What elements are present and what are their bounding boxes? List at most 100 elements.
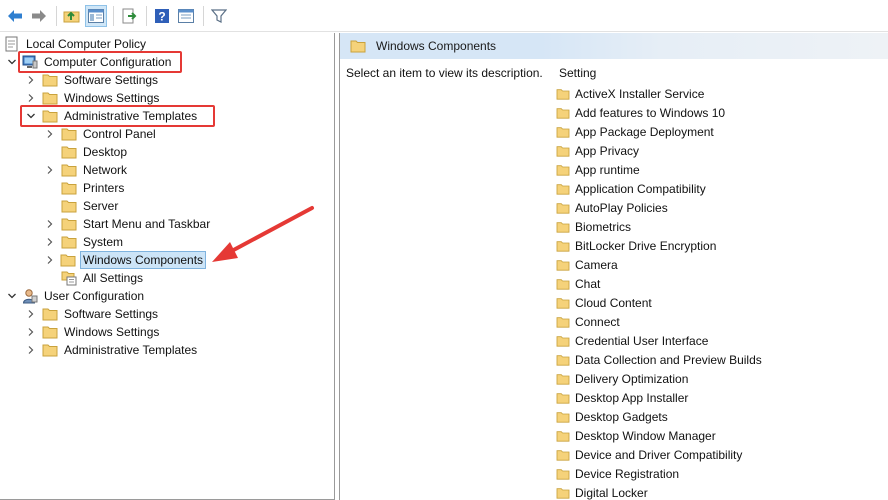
folder-icon xyxy=(555,485,571,500)
setting-row[interactable]: Credential User Interface xyxy=(555,331,708,350)
setting-row[interactable]: Device and Driver Compatibility xyxy=(555,445,742,464)
tree-item-all-settings[interactable]: All Settings xyxy=(61,269,145,287)
setting-label: Chat xyxy=(575,276,601,291)
setting-row[interactable]: Digital Locker xyxy=(555,483,648,500)
folder-icon xyxy=(61,126,77,142)
chevron-right-icon[interactable] xyxy=(25,92,37,104)
chevron-right-icon[interactable] xyxy=(25,326,37,338)
setting-row[interactable]: Connect xyxy=(555,312,620,331)
tree-item-label: Server xyxy=(83,199,119,213)
back-icon[interactable] xyxy=(4,5,26,27)
folder-icon xyxy=(555,466,571,482)
chevron-right-icon[interactable] xyxy=(44,218,56,230)
folder-icon xyxy=(61,144,77,160)
tree-item-label: Windows Components xyxy=(80,251,207,269)
setting-label: Credential User Interface xyxy=(575,333,709,348)
help-icon[interactable]: ? xyxy=(151,5,173,27)
setting-label: Desktop Gadgets xyxy=(575,409,668,424)
chevron-right-icon[interactable] xyxy=(25,308,37,320)
setting-row[interactable]: Data Collection and Preview Builds xyxy=(555,350,762,369)
setting-label: Delivery Optimization xyxy=(575,371,689,386)
toolbar-separator xyxy=(56,5,57,26)
setting-label: Add features to Windows 10 xyxy=(575,105,726,120)
setting-label: ActiveX Installer Service xyxy=(575,86,705,101)
folder-icon xyxy=(555,352,571,368)
tree-item-uc-windows-settings[interactable]: Windows Settings xyxy=(42,323,161,341)
folder-icon xyxy=(42,90,58,106)
setting-row[interactable]: App Package Deployment xyxy=(555,122,714,141)
setting-row[interactable]: Camera xyxy=(555,255,618,274)
setting-row[interactable]: Chat xyxy=(555,274,600,293)
chevron-down-icon[interactable] xyxy=(6,290,18,302)
folder-icon xyxy=(60,252,76,268)
chevron-right-icon[interactable] xyxy=(25,74,37,86)
toolbar-separator xyxy=(146,5,147,26)
tree-item-label: Software Settings xyxy=(64,307,159,321)
setting-label: Application Compatibility xyxy=(575,181,706,196)
details-pane: Windows Components Select an item to vie… xyxy=(339,33,888,500)
chevron-down-icon[interactable] xyxy=(6,56,18,68)
tree-item-cc-software-settings[interactable]: Software Settings xyxy=(42,71,160,89)
tree-item-label: Administrative Templates xyxy=(64,343,198,357)
tree-item-printers[interactable]: Printers xyxy=(61,179,126,197)
setting-label: Desktop Window Manager xyxy=(575,428,716,443)
setting-row[interactable]: Desktop App Installer xyxy=(555,388,688,407)
setting-row[interactable]: BitLocker Drive Encryption xyxy=(555,236,716,255)
show-hide-tree-icon[interactable] xyxy=(85,4,107,27)
setting-label: App runtime xyxy=(575,162,640,177)
tree-item-windows-components[interactable]: Windows Components xyxy=(60,251,207,269)
tree-item-server[interactable]: Server xyxy=(61,197,120,215)
filter-icon[interactable] xyxy=(208,5,230,27)
chevron-right-icon[interactable] xyxy=(25,344,37,356)
chevron-right-icon[interactable] xyxy=(44,254,56,266)
folder-icon xyxy=(555,105,571,121)
setting-label: App Package Deployment xyxy=(575,124,714,139)
tree-item-desktop[interactable]: Desktop xyxy=(61,143,129,161)
export-list-icon[interactable] xyxy=(118,5,140,27)
column-header-setting[interactable]: Setting xyxy=(559,66,596,80)
setting-label: Connect xyxy=(575,314,620,329)
tree-item-control-panel[interactable]: Control Panel xyxy=(61,125,158,143)
tree-item-user-configuration[interactable]: User Configuration xyxy=(22,287,146,305)
up-folder-icon[interactable] xyxy=(61,5,83,27)
settings-list-icon xyxy=(61,270,77,286)
setting-row[interactable]: AutoPlay Policies xyxy=(555,198,668,217)
extended-view-icon[interactable] xyxy=(175,5,197,27)
details-header: Windows Components xyxy=(340,33,888,59)
folder-icon xyxy=(555,200,571,216)
setting-row[interactable]: Device Registration xyxy=(555,464,679,483)
chevron-right-icon[interactable] xyxy=(44,236,56,248)
tree-item-network[interactable]: Network xyxy=(61,161,129,179)
setting-label: Device and Driver Compatibility xyxy=(575,447,743,462)
tree-item-label: Desktop xyxy=(83,145,128,159)
setting-row[interactable]: Desktop Gadgets xyxy=(555,407,668,426)
tree-item-uc-administrative-templates[interactable]: Administrative Templates xyxy=(42,341,199,359)
chevron-right-icon[interactable] xyxy=(44,128,56,140)
description-text: Select an item to view its description. xyxy=(346,66,543,80)
setting-row[interactable]: Biometrics xyxy=(555,217,631,236)
setting-label: Camera xyxy=(575,257,618,272)
chevron-right-icon[interactable] xyxy=(44,164,56,176)
folder-icon xyxy=(555,162,571,178)
header-fade xyxy=(540,33,888,59)
folder-icon xyxy=(555,276,571,292)
setting-row[interactable]: App runtime xyxy=(555,160,640,179)
folder-icon xyxy=(61,216,77,232)
folder-icon xyxy=(555,86,571,102)
tree-item-start-menu-and-taskbar[interactable]: Start Menu and Taskbar xyxy=(61,215,212,233)
setting-row[interactable]: Add features to Windows 10 xyxy=(555,103,725,122)
tree-item-label: System xyxy=(83,235,124,249)
tree-item-uc-software-settings[interactable]: Software Settings xyxy=(42,305,160,323)
setting-row[interactable]: App Privacy xyxy=(555,141,639,160)
setting-label: Desktop App Installer xyxy=(575,390,689,405)
tree-item-system[interactable]: System xyxy=(61,233,125,251)
forward-icon[interactable] xyxy=(28,5,50,27)
setting-row[interactable]: Cloud Content xyxy=(555,293,652,312)
tree-item-label: Windows Settings xyxy=(64,91,160,105)
setting-row[interactable]: Application Compatibility xyxy=(555,179,706,198)
setting-row[interactable]: Delivery Optimization xyxy=(555,369,688,388)
highlight-box xyxy=(18,51,182,73)
toolbar: ? xyxy=(0,0,888,32)
setting-row[interactable]: ActiveX Installer Service xyxy=(555,84,704,103)
setting-row[interactable]: Desktop Window Manager xyxy=(555,426,716,445)
